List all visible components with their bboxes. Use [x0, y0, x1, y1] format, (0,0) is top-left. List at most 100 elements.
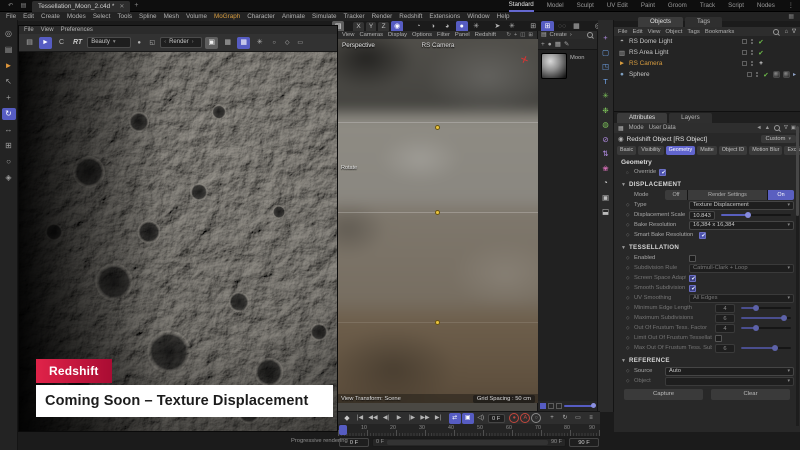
om-menu-file[interactable]: File [618, 29, 628, 35]
material-size-slider[interactable] [564, 405, 595, 407]
keyframe-icon[interactable]: ◆ [341, 413, 353, 424]
om-search-icon[interactable] [772, 28, 780, 36]
scale-tool-icon[interactable]: ↔ [2, 124, 16, 136]
visibility-dots-icon[interactable] [751, 50, 753, 52]
cloner-icon[interactable]: ❉ [600, 105, 612, 116]
viewport-canvas[interactable]: Perspective RS Camera Rotate View Transf… [338, 39, 538, 403]
om-home-icon[interactable]: ⌂ [784, 29, 788, 35]
tab-object-id[interactable]: Object ID [719, 146, 747, 155]
restart-render-icon[interactable]: C [55, 37, 68, 49]
attribute-scrollbar[interactable] [796, 126, 799, 426]
anim-dot-icon[interactable]: ◇ [626, 222, 631, 228]
max-oof-subdivs-field[interactable]: 6 [715, 344, 735, 353]
menu-mesh[interactable]: Mesh [164, 13, 179, 20]
max-subdivisions-slider[interactable] [741, 317, 791, 319]
dock-tab-tags[interactable]: Tags [685, 17, 722, 27]
displacement-type-dropdown[interactable]: Texture Displacement▾ [689, 201, 794, 210]
active-camera-icon[interactable]: + [757, 60, 765, 67]
plane-icon[interactable]: ▢ [600, 47, 612, 58]
material-grid-icon[interactable]: ▦ [555, 40, 561, 48]
anim-dot-icon[interactable]: ◇ [626, 378, 631, 384]
autokey-button[interactable]: A [520, 413, 530, 423]
layer-square-icon[interactable] [742, 61, 747, 66]
attr-menu-user-data[interactable]: User Data [649, 125, 676, 131]
hair-icon[interactable]: ❀ [600, 163, 612, 174]
add-material-icon[interactable]: + [541, 41, 545, 48]
play-render-icon[interactable]: ► [2, 60, 16, 72]
edit-material-icon[interactable]: ✎ [564, 40, 569, 48]
tess-enabled-checkbox[interactable] [689, 255, 696, 262]
layout-tab-groom[interactable]: Groom [668, 1, 687, 11]
vp-menu-panel[interactable]: Panel [455, 32, 470, 38]
loop-mode-button[interactable]: ⇄ [449, 413, 461, 424]
object-row-area-light[interactable]: ▥ RS Area Light ✔ [614, 47, 800, 58]
deformer-icon[interactable]: ⊘ [600, 134, 612, 145]
dock-tab-layers[interactable]: Layers [669, 113, 712, 123]
camera-object-icon[interactable]: ▣ [600, 192, 612, 203]
current-frame-field[interactable]: 0 F [488, 414, 505, 423]
modeling-axis-icon[interactable]: ◈ [2, 172, 16, 184]
tab-geometry[interactable]: Geometry [666, 146, 696, 155]
anim-dot-icon[interactable]: ◇ [626, 335, 631, 341]
object-row-dome-light[interactable]: ◓ RS Dome Light ✔ [614, 36, 800, 47]
moon-material-thumbnail[interactable] [541, 53, 567, 79]
record-rotation-button[interactable]: ↻ [559, 413, 571, 424]
vp-menu-options[interactable]: Options [412, 32, 432, 38]
vp-axis-icon[interactable]: + [514, 32, 517, 38]
record-position-button[interactable]: + [546, 413, 558, 424]
menu-extensions[interactable]: Extensions [429, 13, 460, 20]
layer-square-icon[interactable] [742, 50, 747, 55]
menu-help[interactable]: Help [497, 13, 510, 20]
material-tag-icon[interactable] [783, 71, 790, 78]
axis-lock-icon[interactable]: ○ [2, 156, 16, 168]
smart-bake-checkbox[interactable] [699, 232, 706, 239]
material-view-large-icon[interactable] [556, 403, 562, 409]
crop-icon[interactable]: ◱ [147, 37, 157, 49]
menu-mograph[interactable]: MoGraph [214, 13, 240, 20]
layout-tab-standard[interactable]: Standard [509, 0, 534, 12]
oof-tess-factor-field[interactable]: 4 [715, 324, 735, 333]
max-subdivisions-field[interactable]: 6 [715, 314, 735, 323]
menu-modes[interactable]: Modes [67, 13, 86, 20]
visibility-dots-icon[interactable] [751, 39, 753, 41]
reference-section-header[interactable]: ▼ REFERENCE [614, 355, 800, 366]
min-edge-length-slider[interactable] [741, 307, 791, 309]
collapse-caret-icon[interactable]: ▼ [621, 182, 626, 188]
max-oof-subdivs-slider[interactable] [741, 347, 791, 349]
menu-edit[interactable]: Edit [23, 13, 34, 20]
vp-maximize-icon[interactable]: ⊞ [528, 32, 533, 38]
layout-tab-model[interactable]: Model [547, 1, 564, 11]
undo-icon[interactable]: ↶ [6, 2, 15, 9]
layout-tab-uvedit[interactable]: UV Edit [607, 1, 628, 11]
material-search-icon[interactable] [586, 31, 594, 39]
min-edge-length-field[interactable]: 4 [715, 304, 735, 313]
attr-search-icon[interactable] [773, 124, 781, 132]
visibility-dots-icon[interactable] [751, 61, 753, 63]
displacement-section-header[interactable]: ▼ DISPLACEMENT [614, 179, 800, 190]
menu-render[interactable]: Render [372, 13, 393, 20]
layout-tab-track[interactable]: Track [700, 1, 715, 11]
layout-tab-paint[interactable]: Paint [641, 1, 655, 11]
anim-dot-icon[interactable]: ◇ [626, 265, 631, 271]
tessellation-section-header[interactable]: ▼ TESSELLATION [614, 242, 800, 253]
menu-volume[interactable]: Volume [186, 13, 207, 20]
mode-off-button[interactable]: Off [665, 190, 687, 200]
menu-animate[interactable]: Animate [282, 13, 305, 20]
material-sphere-icon[interactable]: ● [548, 41, 552, 48]
snapshot-icon[interactable]: ▤ [23, 37, 36, 49]
attr-grid-icon[interactable]: ▦ [618, 125, 624, 132]
play-mode-button[interactable]: ▣ [462, 413, 474, 424]
vp-split-icon[interactable]: ◫ [520, 32, 525, 38]
oof-tess-factor-slider[interactable] [741, 327, 791, 329]
menu-character[interactable]: Character [247, 13, 275, 20]
snap-tool-icon[interactable]: ⊞ [2, 140, 16, 152]
uv-smoothing-dropdown[interactable]: All Edges▾ [689, 294, 794, 303]
interface-grid-icon[interactable]: ▦ [788, 13, 794, 20]
anim-dot-icon[interactable]: ◇ [626, 232, 631, 238]
material-menu-create[interactable]: Create [549, 32, 566, 38]
attr-filter-icon[interactable]: ∇ [784, 125, 788, 131]
menu-tracker[interactable]: Tracker [344, 13, 365, 20]
tab-visibility[interactable]: Visibility [638, 146, 663, 155]
window-layout-icon[interactable]: ▤ [19, 2, 28, 9]
tab-basic[interactable]: Basic [617, 146, 636, 155]
